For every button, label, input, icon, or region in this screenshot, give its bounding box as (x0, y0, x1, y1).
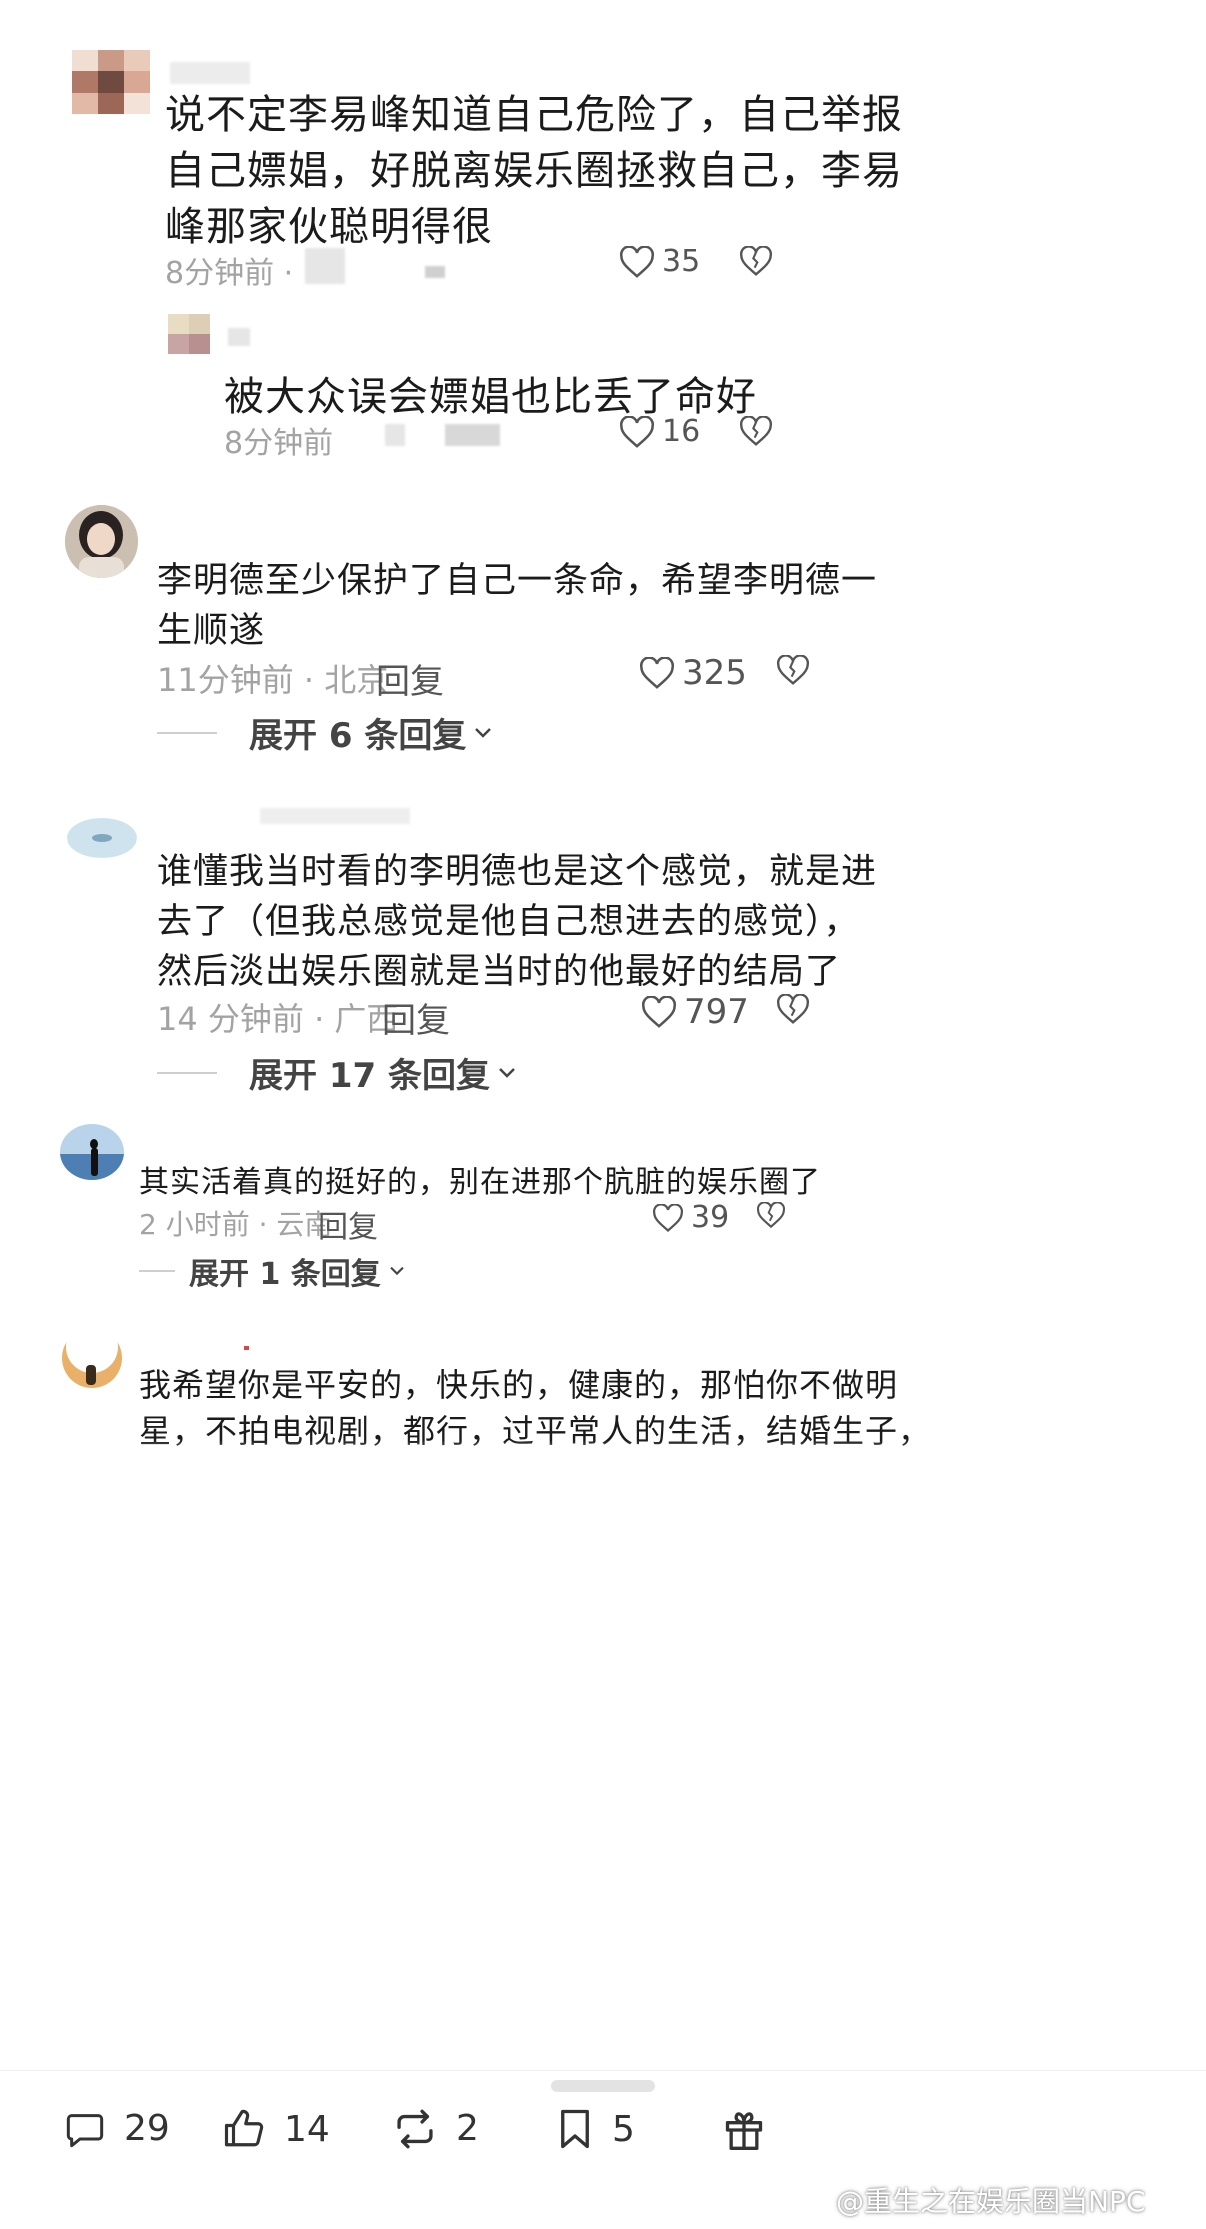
blurred-username (260, 808, 410, 824)
avatar[interactable] (65, 505, 138, 578)
divider (157, 731, 217, 734)
expand-replies-button[interactable]: 展开 17 条回复 (157, 1048, 518, 1097)
comment-text-line: 说不定李易峰知道自己危险了，自己举报 (165, 92, 903, 138)
divider (157, 1071, 217, 1074)
dislike-button[interactable] (739, 245, 773, 280)
dislike-button[interactable] (776, 993, 810, 1028)
broken-heart-icon (756, 1201, 786, 1229)
chevron-down-icon (499, 1067, 515, 1078)
like-button[interactable]: 35 (620, 244, 700, 279)
comment-time: 8分钟前 · (165, 256, 294, 291)
gift-button[interactable] (722, 2108, 784, 2152)
reply-button[interactable]: 回复 (376, 654, 444, 703)
gift-icon (725, 2112, 763, 2150)
person-avatar-icon (65, 505, 138, 578)
drag-handle[interactable] (551, 2080, 655, 2092)
comment-time: 11分钟前 · 北京 (157, 661, 389, 699)
comment-text-line: 自己嫖娼，好脱离娱乐圈拯救自己，李易 (165, 148, 903, 194)
heart-outline-icon (642, 996, 676, 1028)
comment-time: 2 小时前 · 云南 (139, 1208, 333, 1241)
silhouette-avatar-icon (60, 1124, 124, 1180)
dislike-button[interactable] (756, 1201, 786, 1232)
like-count: 797 (684, 992, 749, 1032)
like-button[interactable]: 39 (653, 1200, 729, 1235)
favorites-count: 5 (612, 2108, 635, 2150)
watermark-text: @重生之在娱乐圈当NPC (836, 2185, 1146, 2218)
dislike-button[interactable] (739, 415, 773, 450)
comment-text-line: 我希望你是平安的，快乐的，健康的，那怕你不做明 (139, 1366, 899, 1404)
blurred-location (385, 424, 405, 446)
broken-heart-icon (739, 415, 773, 446)
avatar[interactable] (67, 808, 137, 870)
like-count: 325 (682, 653, 747, 693)
comment-text-line: 生顺遂 (157, 611, 266, 651)
chevron-down-icon (390, 1266, 404, 1276)
bookmark-icon (561, 2109, 589, 2149)
decorative-dot (244, 1346, 249, 1350)
comment-text-line: 峰那家伙聪明得很 (165, 204, 493, 250)
likes-count: 14 (284, 2108, 330, 2150)
comment-text-line: 然后淡出娱乐圈就是当时的他最好的结局了 (157, 952, 842, 992)
comment-time: 8分钟前 (224, 426, 334, 461)
repost-icon (397, 2109, 433, 2148)
like-post-button[interactable]: 14 (222, 2108, 330, 2150)
expand-label: 展开 6 条回复 (249, 716, 467, 756)
comments-button[interactable]: 29 (64, 2108, 170, 2149)
broken-heart-icon (739, 245, 773, 276)
broken-heart-icon (776, 993, 810, 1024)
like-count: 35 (662, 244, 701, 279)
expand-replies-button[interactable]: 展开 6 条回复 (157, 708, 494, 757)
chevron-down-icon (475, 727, 492, 738)
like-count: 39 (691, 1200, 730, 1235)
reply-button[interactable]: 回复 (382, 993, 450, 1042)
expand-label: 展开 1 条回复 (189, 1257, 381, 1292)
avatar[interactable] (60, 1124, 124, 1180)
avatar-mosaic[interactable] (168, 314, 210, 354)
watermark: @重生之在娱乐圈当NPC (800, 2180, 1145, 2220)
divider (139, 1270, 175, 1272)
sky-avatar-icon (67, 808, 137, 870)
like-button[interactable]: 16 (620, 414, 700, 449)
comment-bubble-icon (66, 2113, 104, 2147)
heart-outline-icon (653, 1203, 683, 1232)
blurred-username (170, 62, 250, 84)
blurred-username (228, 328, 250, 346)
comments-count: 29 (124, 2108, 170, 2149)
repost-button[interactable]: 2 (392, 2108, 479, 2149)
moon-avatar-icon (60, 1327, 124, 1389)
blurred-reply (425, 266, 445, 278)
like-button[interactable]: 325 (640, 653, 747, 693)
weibo-logo-icon (801, 2189, 831, 2212)
pixelated-avatar-icon (72, 50, 150, 114)
reply-button[interactable]: 回复 (318, 1202, 378, 1246)
like-count: 16 (662, 414, 701, 449)
expand-label: 展开 17 条回复 (249, 1056, 490, 1096)
reposts-count: 2 (456, 2108, 479, 2149)
comment-text-line: 谁懂我当时看的李明德也是这个感觉，就是进 (157, 852, 878, 892)
comment-text-line: 李明德至少保护了自己一条命，希望李明德一 (157, 561, 878, 601)
comment-text-line: 去了（但我总感觉是他自己想进去的感觉）， (157, 902, 860, 942)
heart-outline-icon (620, 245, 654, 278)
fade-overlay (0, 1440, 1206, 1470)
comment-text-line: 其实活着真的挺好的，别在进那个肮脏的娱乐圈了 (139, 1165, 821, 1200)
blurred-reply (445, 424, 500, 446)
broken-heart-icon (776, 654, 810, 685)
dislike-button[interactable] (776, 654, 810, 689)
heart-outline-icon (640, 657, 674, 689)
like-button[interactable]: 797 (642, 992, 749, 1032)
avatar[interactable] (60, 1327, 124, 1389)
pixelated-avatar-icon (168, 314, 210, 354)
favorite-button[interactable]: 5 (556, 2108, 635, 2150)
avatar-mosaic[interactable] (72, 50, 150, 114)
heart-outline-icon (620, 415, 654, 448)
comment-time: 14 分钟前 · 广西 (157, 1000, 399, 1038)
thumbs-up-icon (224, 2109, 264, 2147)
blurred-location (305, 248, 345, 284)
expand-replies-button[interactable]: 展开 1 条回复 (139, 1249, 407, 1293)
